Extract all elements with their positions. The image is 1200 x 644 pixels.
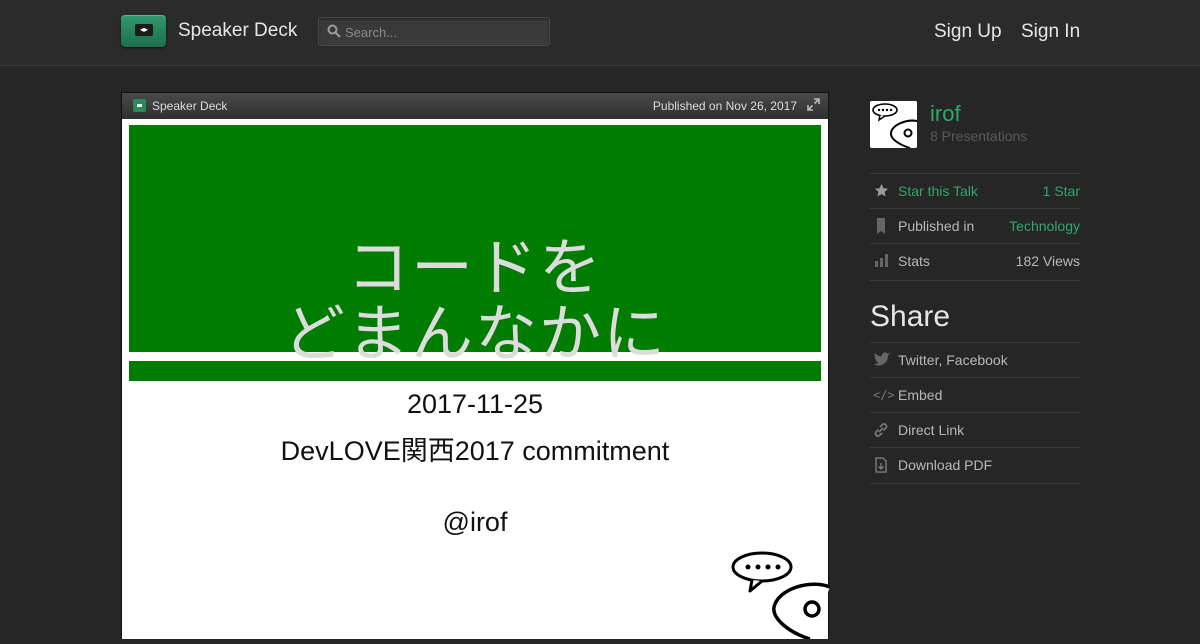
- presentation-count: 8 Presentations: [930, 128, 1028, 144]
- twitter-icon: [873, 352, 890, 368]
- share-social-label[interactable]: Twitter, Facebook: [898, 352, 1008, 368]
- stats-row: Stats 182 Views: [870, 243, 1080, 278]
- share-heading: Share: [870, 300, 951, 333]
- share-link-label[interactable]: Direct Link: [898, 422, 964, 438]
- star-talk-row[interactable]: Star this Talk 1 Star: [870, 173, 1080, 208]
- link-icon: [873, 422, 889, 438]
- slide-date: 2017-11-25: [406, 389, 544, 419]
- slide-green-strip: [129, 361, 821, 381]
- slide-title-line-2: どまんなかに: [282, 300, 667, 369]
- star-talk-label[interactable]: Star this Talk: [898, 183, 978, 199]
- category-link[interactable]: Technology: [1009, 218, 1080, 234]
- divider: [870, 483, 1080, 484]
- speakerdeck-logo[interactable]: ◂▸: [121, 15, 166, 47]
- divider: [870, 280, 1080, 281]
- view-count: 182 Views: [1015, 253, 1080, 269]
- share-embed-label[interactable]: Embed: [898, 387, 942, 403]
- search-input[interactable]: [343, 21, 547, 43]
- speakerdeck-mini-icon: [133, 99, 146, 112]
- stats-label: Stats: [898, 253, 930, 269]
- bookmark-icon: [873, 218, 889, 234]
- search-icon: [327, 24, 341, 41]
- slide-author: @irof: [442, 507, 508, 537]
- sign-up-link[interactable]: Sign Up: [934, 21, 1002, 43]
- stats-icon: [873, 253, 889, 269]
- star-count[interactable]: 1 Star: [1043, 183, 1080, 199]
- slide-canvas[interactable]: コードを どまんなかに 2017-11-25 DevLOVE関西2017 com…: [122, 119, 831, 641]
- published-date: Published on Nov 26, 2017: [652, 99, 797, 113]
- top-navigation-bar: ◂▸ Speaker Deck Sign Up Sign In: [0, 0, 1200, 66]
- published-in-label: Published in: [898, 218, 975, 234]
- share-embed-row[interactable]: </> Embed: [870, 377, 1080, 412]
- expand-icon[interactable]: [807, 98, 820, 114]
- share-link-row[interactable]: Direct Link: [870, 412, 1080, 447]
- share-social-row[interactable]: Twitter, Facebook: [870, 342, 1080, 377]
- slide-title-box: コードを どまんなかに: [129, 125, 821, 369]
- logo-arrows-icon: ◂▸: [135, 24, 153, 36]
- download-icon: [873, 457, 889, 473]
- share-download-label[interactable]: Download PDF: [898, 457, 992, 473]
- user-name[interactable]: irof: [930, 101, 961, 127]
- published-in-row: Published in Technology: [870, 208, 1080, 243]
- sign-in-link[interactable]: Sign In: [1021, 21, 1080, 43]
- embed-icon: </>: [873, 388, 895, 402]
- slide-player: Speaker Deck Published on Nov 26, 2017 コ…: [121, 92, 831, 641]
- avatar[interactable]: [870, 101, 917, 148]
- search-box[interactable]: [318, 17, 550, 46]
- player-toolbar: Speaker Deck Published on Nov 26, 2017: [122, 93, 828, 120]
- player-brand[interactable]: Speaker Deck: [152, 99, 227, 113]
- slide-event: DevLOVE関西2017 commitment: [280, 436, 670, 466]
- star-icon: [873, 183, 889, 199]
- brand-name[interactable]: Speaker Deck: [178, 20, 297, 42]
- share-download-row[interactable]: Download PDF: [870, 447, 1080, 482]
